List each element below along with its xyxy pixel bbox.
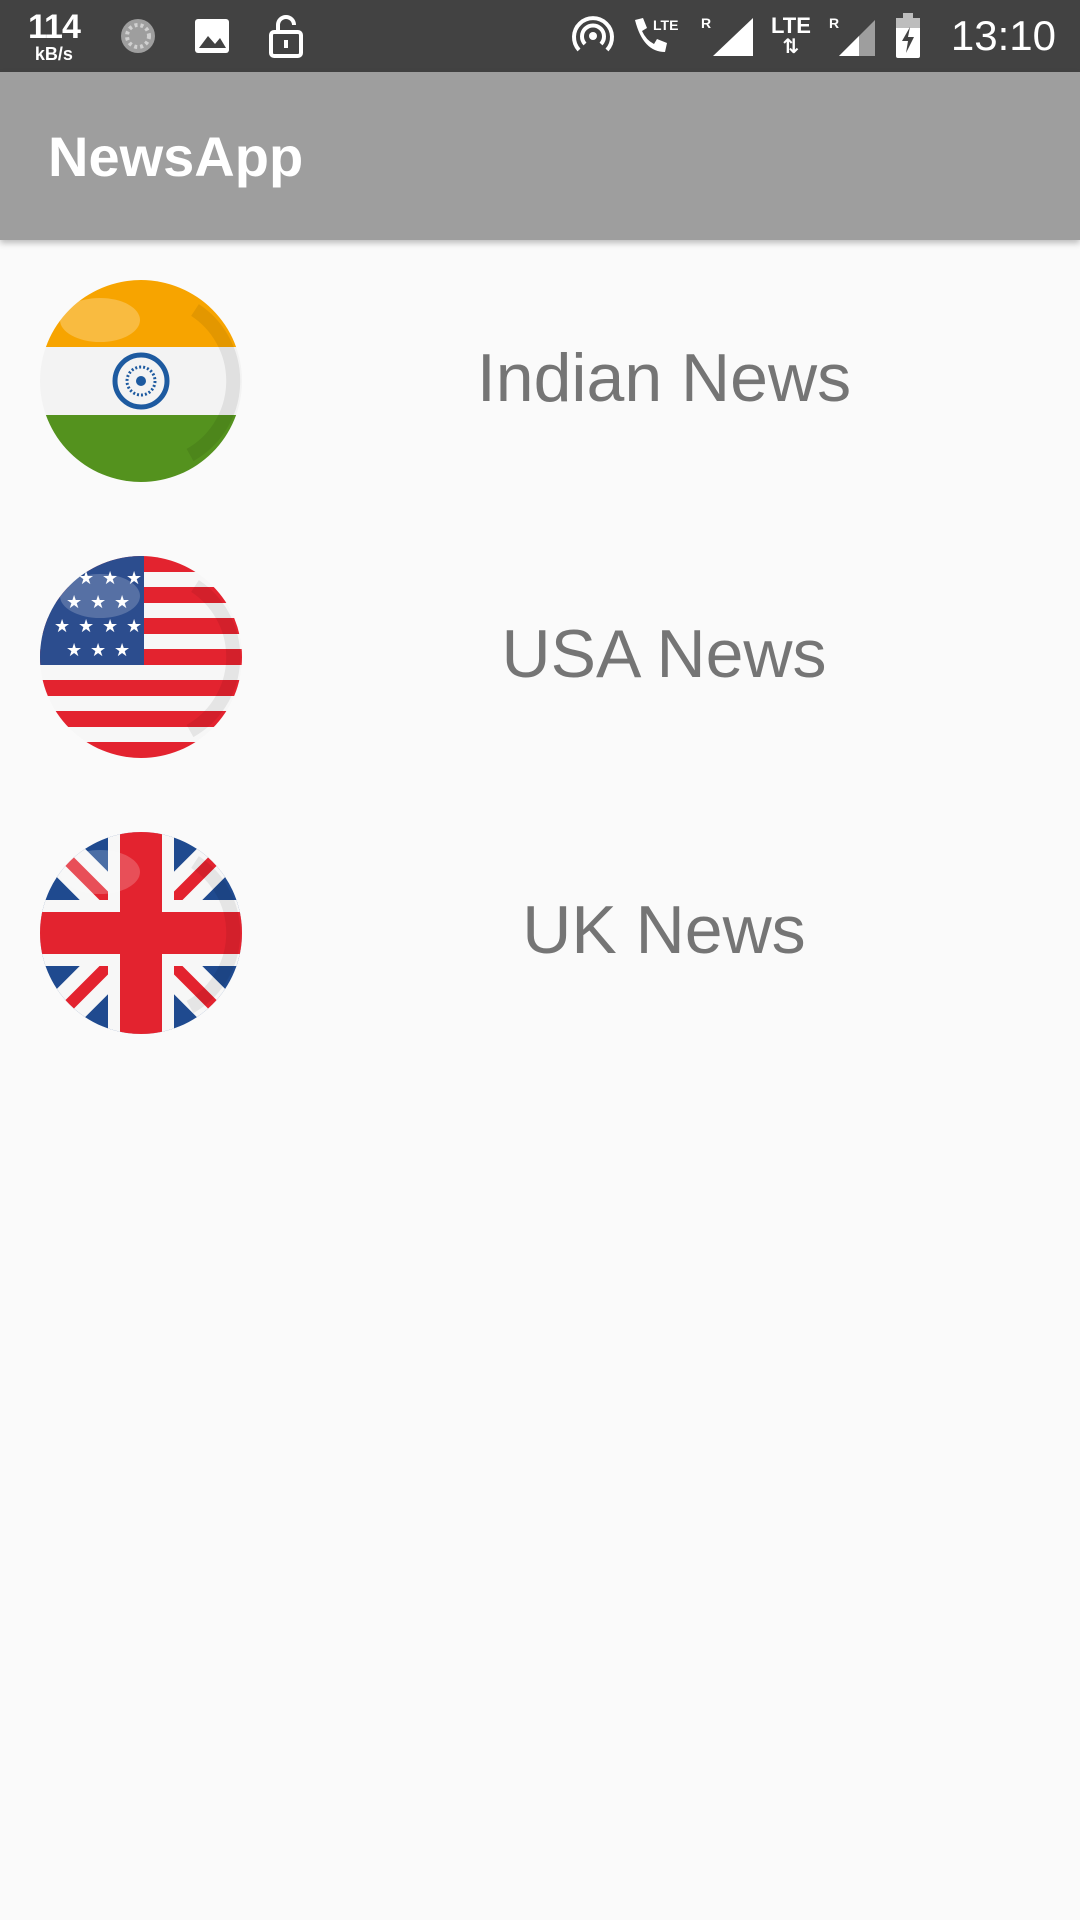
battery-charging-icon: [893, 13, 923, 58]
status-bar: 114 kB/s LTE R LTE ⇅ R 13:10: [0, 0, 1080, 72]
svg-text:★: ★: [90, 640, 106, 661]
svg-text:★: ★: [66, 640, 82, 661]
list-item-label: Indian News: [476, 340, 852, 416]
clock: 13:10: [950, 12, 1056, 59]
india-flag-icon: [40, 280, 242, 482]
app-title: NewsApp: [48, 124, 304, 188]
list-item-label: USA News: [501, 616, 827, 692]
svg-text:★: ★: [114, 640, 130, 661]
list-item-indian-news[interactable]: Indian News: [0, 240, 1080, 516]
svg-text:★: ★: [78, 616, 94, 637]
list-item-usa-news[interactable]: ★★★★ ★★★ ★★★★ ★★★ USA News: [0, 516, 1080, 792]
svg-text:★: ★: [102, 616, 118, 637]
signal-icon: R: [701, 14, 757, 58]
usa-flag-icon: ★★★★ ★★★ ★★★★ ★★★: [40, 556, 242, 758]
speed-unit: kB/s: [34, 43, 73, 64]
svg-text:LTE: LTE: [653, 17, 678, 33]
svg-text:★: ★: [54, 616, 70, 637]
svg-text:R: R: [829, 15, 839, 31]
image-icon: [190, 14, 234, 58]
news-list: Indian News ★★★★ ★★★ ★★★★ ★★★: [0, 240, 1080, 1068]
speed-value: 114: [28, 7, 81, 46]
app-bar: NewsApp: [0, 72, 1080, 240]
network-label: LTE: [770, 13, 811, 38]
list-item-uk-news[interactable]: UK News: [0, 792, 1080, 1068]
network-speed: 114 kB/s: [28, 7, 81, 64]
hotspot-icon: [571, 14, 615, 58]
loading-icon: [116, 14, 160, 58]
network-type: LTE ⇅: [770, 13, 811, 58]
volte-call-icon: LTE: [629, 14, 687, 58]
signal-icon: R: [829, 14, 879, 58]
unlock-icon: [264, 14, 308, 58]
list-item-label: UK News: [522, 892, 806, 968]
uk-flag-icon: [40, 832, 242, 1034]
roaming-indicator: R: [701, 15, 711, 31]
svg-text:★: ★: [126, 616, 142, 637]
